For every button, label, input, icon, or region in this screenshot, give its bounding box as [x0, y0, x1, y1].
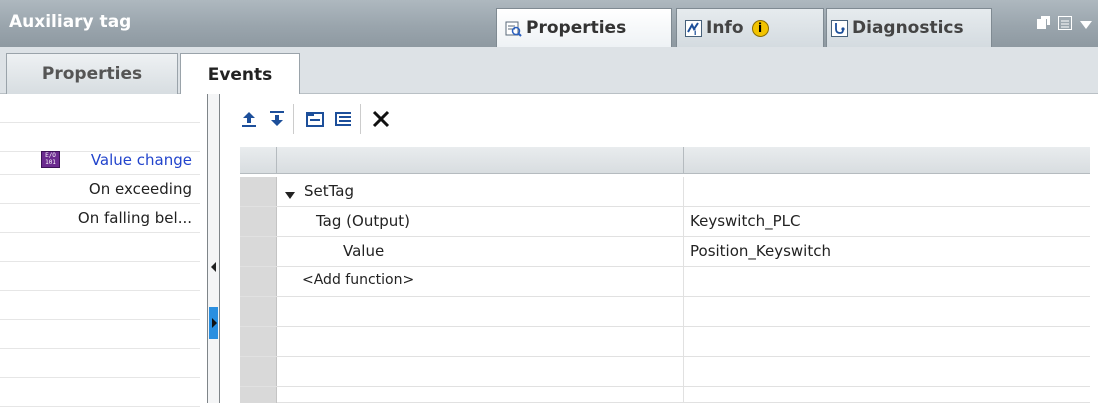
table-row[interactable]: Value Position_Keyswitch: [240, 237, 1090, 267]
empty-cell: [684, 357, 1090, 386]
empty-cell: [684, 267, 1090, 296]
menu-icon[interactable]: [1058, 16, 1072, 30]
param-value: Position_Keyswitch: [690, 242, 831, 260]
empty-cell: [684, 297, 1090, 326]
event-item-label: Value change: [90, 151, 192, 169]
row-header: [240, 357, 277, 386]
tab-properties[interactable]: Properties: [496, 8, 672, 47]
add-function-label: <Add function>: [302, 272, 415, 288]
param-value-cell[interactable]: Position_Keyswitch: [684, 237, 1090, 266]
table-row[interactable]: [240, 297, 1090, 327]
event-list-empty-row: [0, 349, 200, 378]
event-toolbar: [222, 94, 1098, 144]
tab-diagnostics[interactable]: Diagnostics: [826, 8, 992, 47]
toolbar-divider: [360, 104, 361, 134]
tab-info[interactable]: i Info i: [676, 8, 824, 47]
properties-icon: [505, 20, 522, 37]
float-window-icon[interactable]: [1036, 16, 1050, 30]
subtab-events[interactable]: Events: [180, 53, 300, 95]
grid-header: [240, 147, 1090, 174]
empty-cell: [277, 327, 684, 356]
move-down-icon[interactable]: [266, 108, 288, 130]
event-list-spacer: [0, 94, 200, 123]
subtab-properties[interactable]: Properties: [6, 53, 178, 94]
panel-splitter[interactable]: [207, 94, 220, 403]
panel-title: Auxiliary tag: [9, 12, 132, 32]
event-list-empty-row: [0, 262, 200, 291]
table-row[interactable]: [240, 327, 1090, 357]
event-item-on-exceeding[interactable]: On exceeding: [0, 175, 200, 204]
grid-header-name: [277, 147, 684, 173]
row-header: [240, 327, 277, 356]
empty-cell: [277, 297, 684, 326]
delete-icon[interactable]: [370, 108, 392, 130]
collapse-left-icon[interactable]: [211, 262, 216, 272]
table-row[interactable]: [240, 357, 1090, 387]
empty-cell: [277, 357, 684, 386]
svg-text:i: i: [694, 29, 696, 37]
toolbar-divider: [293, 104, 294, 134]
expand-right-icon: [212, 318, 217, 328]
event-list: E/O 101 Value change On exceeding On fall…: [0, 94, 200, 407]
table-row[interactable]: [240, 387, 1090, 403]
param-name: Value: [343, 242, 385, 260]
function-cell: SetTag: [277, 177, 684, 206]
row-header: [240, 297, 277, 326]
sub-tab-bar: Properties Events: [0, 47, 1098, 95]
event-item-on-falling-below[interactable]: On falling bel...: [0, 204, 200, 233]
splitter-handle[interactable]: [209, 307, 218, 339]
window-controls: [1036, 16, 1092, 30]
info-badge-icon: i: [751, 19, 769, 37]
empty-cell: [277, 387, 684, 403]
row-header: [240, 207, 277, 236]
row-header: [240, 267, 277, 296]
table-row[interactable]: Tag (Output) Keyswitch_PLC: [240, 207, 1090, 237]
diagnostics-icon: [831, 19, 848, 37]
expand-all-icon[interactable]: [332, 108, 354, 130]
param-name-cell: Value: [277, 237, 684, 266]
param-name: Tag (Output): [316, 212, 410, 230]
row-header: [240, 237, 277, 266]
event-icon: E/O 101: [41, 151, 60, 168]
function-name: SetTag: [304, 182, 355, 200]
info-icon: i: [685, 19, 702, 37]
event-list-empty-row: [0, 233, 200, 262]
table-row[interactable]: <Add function>: [240, 267, 1090, 297]
function-list-grid: SetTag Tag (Output) Keyswitch_PLC Value …: [240, 147, 1090, 403]
empty-cell: [684, 327, 1090, 356]
event-list-empty-row: [0, 320, 200, 349]
function-value-cell: [684, 177, 1090, 206]
event-item-label: On exceeding: [88, 180, 192, 198]
grid-header-corner: [240, 147, 277, 173]
event-list-empty-row: [0, 291, 200, 320]
move-up-icon[interactable]: [238, 108, 260, 130]
tab-diagnostics-label: Diagnostics: [852, 18, 964, 38]
event-item-label: On falling bel...: [77, 209, 192, 227]
empty-cell: [684, 387, 1090, 416]
tab-info-label: Info: [706, 18, 744, 38]
panel-title-bar: Auxiliary tag Properties i Info i Diagno…: [0, 0, 1098, 47]
param-value-cell[interactable]: Keyswitch_PLC: [684, 207, 1090, 236]
row-header: [240, 177, 277, 206]
row-header: [240, 387, 277, 403]
param-value: Keyswitch_PLC: [690, 212, 801, 230]
param-name-cell: Tag (Output): [277, 207, 684, 236]
tab-properties-label: Properties: [526, 18, 627, 38]
chevron-down-icon[interactable]: [285, 186, 295, 204]
table-row[interactable]: SetTag: [240, 177, 1090, 207]
chevron-down-icon[interactable]: [1080, 17, 1092, 29]
collapse-all-icon[interactable]: [304, 108, 326, 130]
event-item-value-change[interactable]: E/O 101 Value change: [0, 146, 200, 175]
add-function-cell[interactable]: <Add function>: [277, 267, 684, 296]
